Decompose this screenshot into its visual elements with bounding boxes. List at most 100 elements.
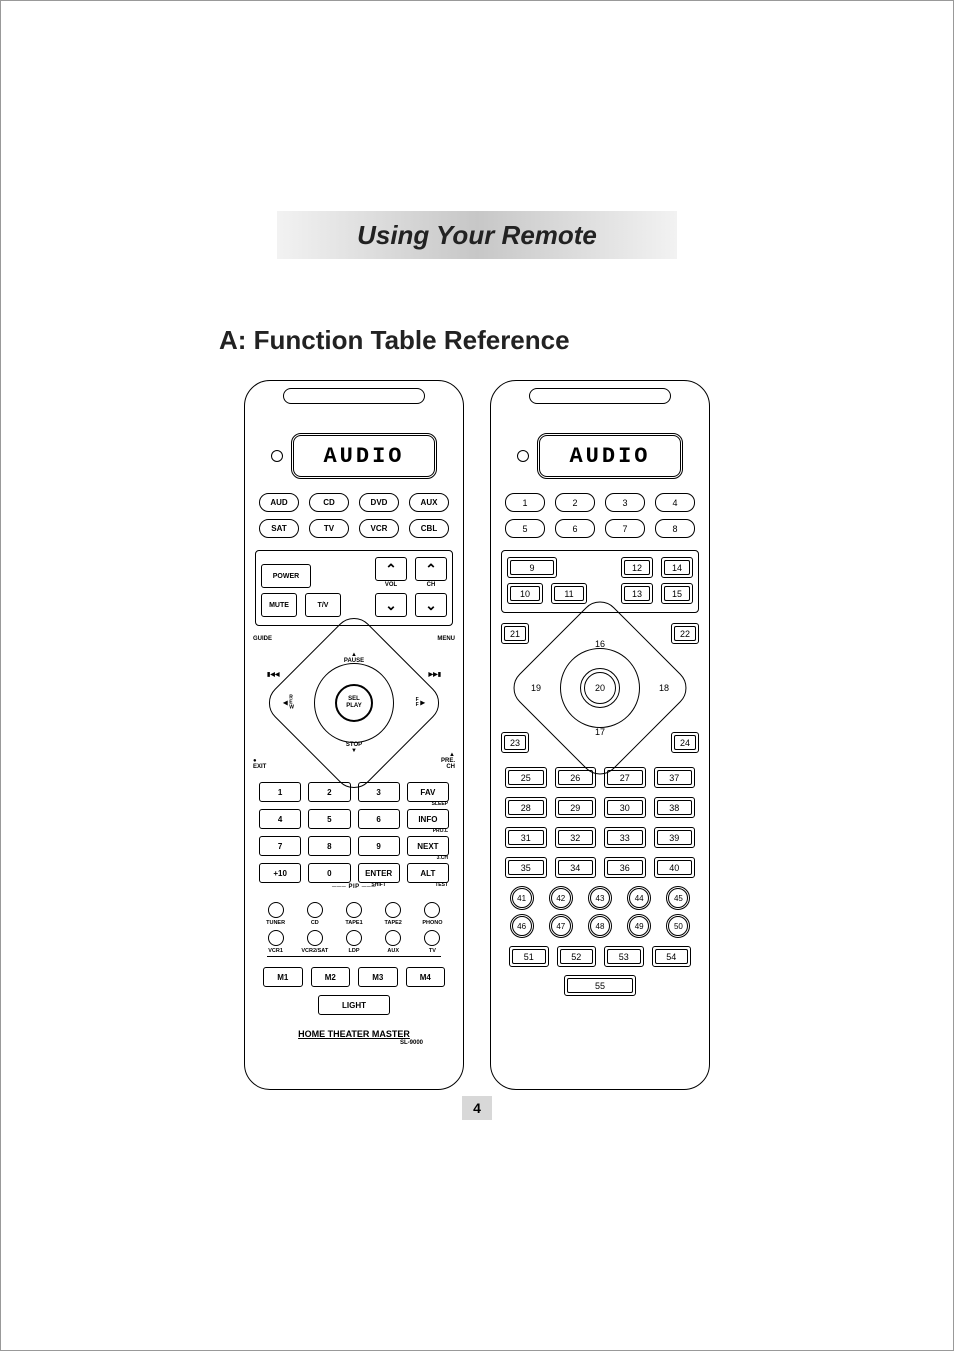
aux-src-button[interactable]: AUX (377, 930, 410, 954)
ref-10[interactable]: 10 (507, 583, 543, 604)
num-4-button[interactable]: 4 (259, 809, 301, 829)
m4-button[interactable]: M4 (406, 967, 446, 987)
ref-25[interactable]: 25 (505, 767, 547, 788)
m1-button[interactable]: M1 (263, 967, 303, 987)
ref-46[interactable]: 46 (512, 916, 532, 936)
ff-right-button[interactable]: FF ▶ (416, 698, 425, 708)
plus10-button[interactable]: +10 (259, 863, 301, 883)
tv-button[interactable]: TV (309, 519, 349, 538)
ref-30[interactable]: 30 (604, 797, 646, 818)
ref-22[interactable]: 22 (671, 623, 699, 644)
ref-41[interactable]: 41 (512, 888, 532, 908)
ldp-button[interactable]: LDP (337, 930, 370, 954)
aux-button[interactable]: AUX (409, 493, 449, 512)
ref-6[interactable]: 6 (555, 519, 595, 538)
ref-55[interactable]: 55 (564, 975, 636, 996)
cd-src-button[interactable]: CD (298, 902, 331, 926)
ref-40[interactable]: 40 (654, 857, 696, 878)
ref-1[interactable]: 1 (505, 493, 545, 512)
ref-54[interactable]: 54 (652, 946, 692, 967)
ref-50[interactable]: 50 (668, 916, 688, 936)
light-button[interactable]: LIGHT (318, 995, 390, 1015)
info-button[interactable]: INFOPRO.L (407, 809, 449, 829)
enter-button[interactable]: ENTERSHIFT (358, 863, 400, 883)
ref-16[interactable]: 16 (595, 639, 605, 649)
ref-13[interactable]: 13 (621, 583, 653, 604)
ref-43[interactable]: 43 (590, 888, 610, 908)
pause-up-button[interactable]: ▲PAUSE (344, 652, 364, 664)
ref-35[interactable]: 35 (505, 857, 547, 878)
ref-42[interactable]: 42 (551, 888, 571, 908)
ref-7[interactable]: 7 (605, 519, 645, 538)
dvd-button[interactable]: DVD (359, 493, 399, 512)
ref-47[interactable]: 47 (551, 916, 571, 936)
vcr1-button[interactable]: VCR1 (259, 930, 292, 954)
rew-left-button[interactable]: ◀ REW (283, 696, 294, 711)
vcr-button[interactable]: VCR (359, 519, 399, 538)
ref-38[interactable]: 38 (654, 797, 696, 818)
aud-button[interactable]: AUD (259, 493, 299, 512)
ref-4[interactable]: 4 (655, 493, 695, 512)
ref-34[interactable]: 34 (555, 857, 597, 878)
skip-back-button[interactable]: ▮◀◀ (267, 672, 280, 678)
num-0-button[interactable]: 0 (308, 863, 350, 883)
ch-down-button[interactable] (415, 593, 447, 617)
num-1-button[interactable]: 1 (259, 782, 301, 802)
ref-23[interactable]: 23 (501, 732, 529, 753)
ref-51[interactable]: 51 (509, 946, 549, 967)
m2-button[interactable]: M2 (311, 967, 351, 987)
num-3-button[interactable]: 3 (358, 782, 400, 802)
ref-2[interactable]: 2 (555, 493, 595, 512)
guide-button[interactable]: GUIDE (253, 636, 272, 642)
num-9-button[interactable]: 9 (358, 836, 400, 856)
ref-48[interactable]: 48 (590, 916, 610, 936)
m3-button[interactable]: M3 (358, 967, 398, 987)
ref-26[interactable]: 26 (555, 767, 597, 788)
vol-down-button[interactable] (375, 593, 407, 617)
tape1-button[interactable]: TAPE1 (337, 902, 370, 926)
power-button[interactable]: POWER (261, 564, 311, 588)
ref-52[interactable]: 52 (557, 946, 597, 967)
tv-video-button[interactable]: T/V (305, 593, 341, 617)
ref-31[interactable]: 31 (505, 827, 547, 848)
tape2-button[interactable]: TAPE2 (377, 902, 410, 926)
ref-18[interactable]: 18 (659, 683, 669, 693)
sat-button[interactable]: SAT (259, 519, 299, 538)
ref-15[interactable]: 15 (661, 583, 693, 604)
stop-down-button[interactable]: STOP▼ (346, 742, 362, 754)
mute-button[interactable]: MUTE (261, 593, 297, 617)
vol-up-button[interactable] (375, 557, 407, 581)
num-6-button[interactable]: 6 (358, 809, 400, 829)
tuner-button[interactable]: TUNER (259, 902, 292, 926)
tv-src-button[interactable]: TV (416, 930, 449, 954)
ref-36[interactable]: 36 (604, 857, 646, 878)
ref-11[interactable]: 11 (551, 583, 587, 604)
ref-39[interactable]: 39 (654, 827, 696, 848)
num-5-button[interactable]: 5 (308, 809, 350, 829)
ref-12[interactable]: 12 (621, 557, 653, 578)
phono-button[interactable]: PHONO (416, 902, 449, 926)
ref-14[interactable]: 14 (661, 557, 693, 578)
ref-8[interactable]: 8 (655, 519, 695, 538)
select-play-button[interactable]: SEL PLAY (335, 684, 373, 722)
ref-5[interactable]: 5 (505, 519, 545, 538)
alt-button[interactable]: ALTTEST (407, 863, 449, 883)
menu-button[interactable]: MENU (437, 636, 455, 642)
ref-33[interactable]: 33 (604, 827, 646, 848)
ref-19[interactable]: 19 (531, 683, 541, 693)
next-button[interactable]: NEXT3.CH (407, 836, 449, 856)
num-2-button[interactable]: 2 (308, 782, 350, 802)
ref-29[interactable]: 29 (555, 797, 597, 818)
num-7-button[interactable]: 7 (259, 836, 301, 856)
ref-53[interactable]: 53 (604, 946, 644, 967)
ref-49[interactable]: 49 (629, 916, 649, 936)
ref-17[interactable]: 17 (595, 727, 605, 737)
ref-44[interactable]: 44 (629, 888, 649, 908)
ref-28[interactable]: 28 (505, 797, 547, 818)
ref-3[interactable]: 3 (605, 493, 645, 512)
fav-button[interactable]: FAVSLEEP (407, 782, 449, 802)
ref-21[interactable]: 21 (501, 623, 529, 644)
ref-45[interactable]: 45 (668, 888, 688, 908)
prev-ch-button[interactable]: ▲PRE. CH (441, 752, 455, 770)
ref-20[interactable]: 20 (584, 672, 616, 704)
